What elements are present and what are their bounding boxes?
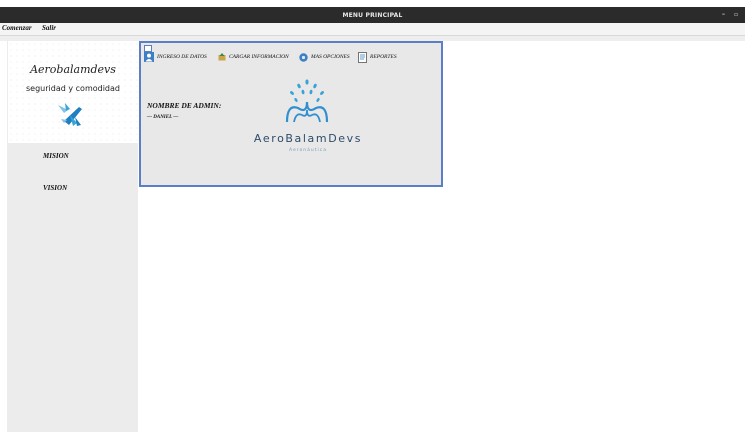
- mas-opciones-button[interactable]: MAS OPCIONES: [299, 51, 350, 63]
- brand-tagline: seguridad y comodidad: [26, 84, 120, 93]
- admin-name-value: — DANIEL —: [147, 115, 179, 120]
- maximize-button[interactable]: ▫: [734, 11, 738, 18]
- ingreso-datos-label: INGRESO DE DATOS: [157, 54, 207, 60]
- brand-logo-box: Aerobalamdevs seguridad y comodidad: [8, 41, 138, 143]
- cargar-informacion-button[interactable]: CARGAR INFORMACION: [218, 51, 289, 63]
- upload-icon: [218, 53, 226, 61]
- cargar-informacion-label: CARGAR INFORMACION: [229, 54, 289, 60]
- internal-frame: INGRESO DE DATOS CARGAR INFORMACION MAS …: [139, 41, 443, 187]
- company-logo-icon: [285, 79, 329, 123]
- ingreso-datos-button[interactable]: INGRESO DE DATOS: [144, 51, 207, 63]
- mas-opciones-label: MAS OPCIONES: [311, 54, 350, 60]
- report-icon: [358, 51, 367, 63]
- mision-link[interactable]: MISION: [43, 152, 69, 160]
- minimize-button[interactable]: –: [722, 11, 725, 18]
- window-title: MENU PRINCIPAL: [342, 12, 403, 19]
- reportes-button[interactable]: REPORTES: [358, 51, 397, 63]
- menu-comenzar[interactable]: Comenzar: [2, 24, 32, 32]
- menu-salir[interactable]: Salir: [42, 24, 56, 32]
- company-name: AeroBalamDevs: [253, 132, 363, 145]
- options-icon: [299, 52, 308, 62]
- user-icon: [144, 52, 154, 62]
- company-subtitle: Aeronáutica: [289, 148, 327, 153]
- airplane-icon: [58, 103, 82, 126]
- sidebar: Aerobalamdevs seguridad y comodidad MISI…: [7, 41, 138, 432]
- inner-toolbar: INGRESO DE DATOS CARGAR INFORMACION MAS …: [144, 51, 440, 63]
- brand-script-logo: Aerobalamdevs: [30, 63, 116, 76]
- reportes-label: REPORTES: [370, 54, 397, 60]
- menu-bar: Comenzar Salir: [0, 23, 745, 36]
- vision-link[interactable]: VISION: [43, 184, 67, 192]
- window-titlebar: MENU PRINCIPAL – ▫: [0, 7, 745, 23]
- admin-name-label: NOMBRE DE ADMIN:: [147, 101, 222, 110]
